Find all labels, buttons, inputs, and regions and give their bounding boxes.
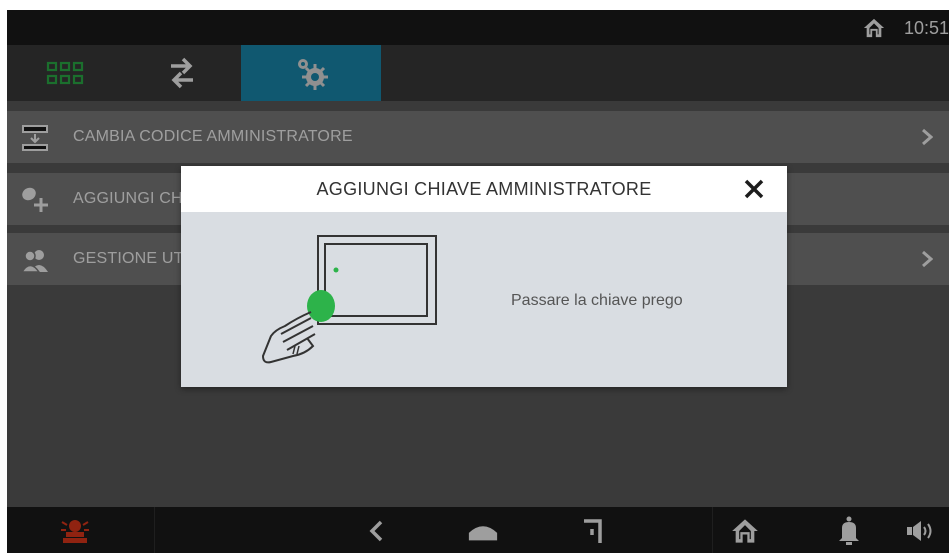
hand-key-reader-icon [261, 235, 437, 364]
screen: 10:51 CAMBIA CODICE AMMINISTRATORE AGGIU… [7, 10, 949, 553]
dialog-header: AGGIUNGI CHIAVE AMMINISTRATORE [181, 166, 787, 212]
dialog-message: Passare la chiave prego [511, 292, 683, 309]
close-icon[interactable] [743, 178, 765, 200]
add-key-dialog: AGGIUNGI CHIAVE AMMINISTRATORE Passare l… [181, 166, 787, 387]
dialog-title: AGGIUNGI CHIAVE AMMINISTRATORE [316, 179, 652, 199]
